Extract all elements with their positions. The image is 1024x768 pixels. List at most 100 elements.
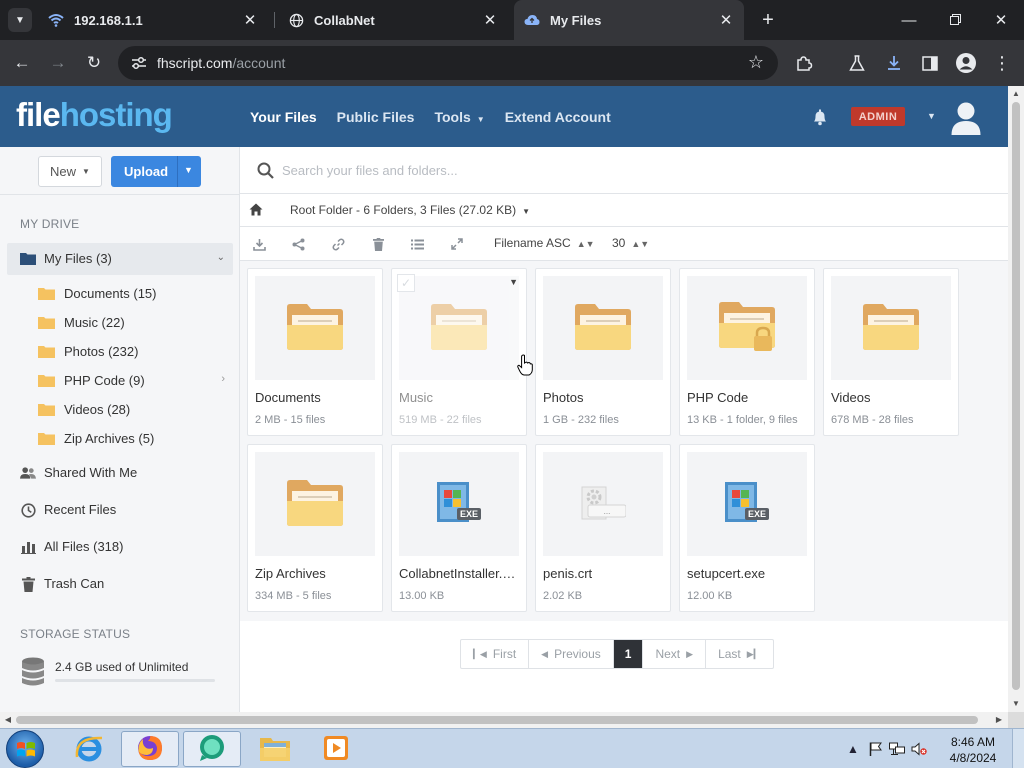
taskbar-firefox[interactable] [121, 731, 179, 767]
pagination-next[interactable]: Next ▶︎ [643, 640, 707, 668]
taskbar-clock[interactable]: 8:46 AM 4/8/2024 [944, 734, 1002, 766]
site-settings-icon[interactable] [130, 54, 148, 72]
new-button[interactable]: New ▼ [38, 156, 102, 187]
tab-collabnet[interactable]: CollabNet ✕ [278, 0, 508, 40]
sidebar-folder-php-code[interactable]: PHP Code (9) › [38, 370, 233, 392]
taskbar-file-explorer[interactable] [246, 731, 304, 767]
address-bar[interactable]: fhscript.com/account ☆ [118, 46, 778, 80]
file-card-php-code[interactable]: PHP Code 13 KB - 1 folder, 9 files [679, 268, 815, 436]
tab-search-dropdown[interactable]: ▼ [8, 8, 32, 32]
close-icon[interactable]: ✕ [482, 11, 498, 29]
file-card-collabnet-installer[interactable]: EXE CollabnetInstaller.exe 13.00 KB [391, 444, 527, 612]
caret-down-icon[interactable]: ▼ [184, 165, 193, 175]
file-card-zip-archives[interactable]: Zip Archives 334 MB - 5 files [247, 444, 383, 612]
sidebar-folder-zip-archives[interactable]: Zip Archives (5) [38, 428, 233, 450]
home-icon[interactable] [249, 203, 263, 219]
show-hidden-icons-icon[interactable]: ▲︎ [844, 742, 862, 756]
taskbar-chat-app[interactable] [183, 731, 241, 767]
file-card-documents[interactable]: Documents 2 MB - 15 files [247, 268, 383, 436]
download-icon[interactable] [251, 236, 267, 252]
minimize-button[interactable]: — [886, 0, 932, 40]
pagination-current-page[interactable]: 1 [613, 640, 644, 668]
sidebar-folder-documents[interactable]: Documents (15) [38, 283, 233, 305]
file-card-photos[interactable]: Photos 1 GB - 232 files [535, 268, 671, 436]
back-button[interactable]: ← [9, 50, 35, 76]
show-desktop-button[interactable] [1012, 729, 1024, 768]
forward-button[interactable]: → [45, 50, 71, 76]
file-card-penis-crt[interactable]: ... penis.crt 2.02 KB [535, 444, 671, 612]
action-center-flag-icon[interactable] [866, 742, 884, 756]
extensions-icon[interactable] [792, 51, 816, 75]
nav-extend-account[interactable]: Extend Account [505, 109, 611, 125]
vertical-scrollbar[interactable]: ▲︎ ▼︎ [1008, 86, 1024, 712]
scroll-left-icon[interactable]: ◀︎ [1, 712, 15, 728]
trash-icon[interactable] [370, 236, 386, 252]
profile-icon[interactable] [954, 51, 978, 75]
new-tab-button[interactable]: + [756, 8, 780, 32]
horizontal-scroll-thumb[interactable] [16, 716, 978, 724]
caret-down-icon[interactable]: ▼ [927, 111, 936, 121]
tab-my-files[interactable]: My Files ✕ [514, 0, 744, 40]
sidebar-item-shared[interactable]: Shared With Me [20, 462, 230, 484]
admin-badge[interactable]: ADMIN [851, 107, 905, 126]
plus-icon: + [762, 8, 774, 31]
kebab-menu-icon[interactable]: ⋮ [990, 51, 1014, 75]
users-icon [20, 465, 36, 481]
volume-muted-icon[interactable] [910, 742, 928, 756]
pagination-first[interactable]: ▎◀︎ First [461, 640, 530, 668]
card-menu-caret-icon[interactable]: ▼ [509, 277, 518, 287]
globe-icon [288, 12, 304, 28]
labs-flask-icon[interactable] [845, 51, 869, 75]
sidebar-folder-music[interactable]: Music (22) [38, 312, 233, 334]
file-card-setupcert-exe[interactable]: EXE setupcert.exe 12.00 KB [679, 444, 815, 612]
sort-order-select[interactable]: Filename ASC ▲︎▼︎ [494, 236, 595, 250]
scroll-right-icon[interactable]: ▶︎ [992, 712, 1006, 728]
breadcrumb-root-folder[interactable]: Root Folder - 6 Folders, 3 Files (27.02 … [290, 203, 530, 217]
sidebar-folder-photos[interactable]: Photos (232) [38, 341, 233, 363]
start-button[interactable] [6, 730, 44, 768]
horizontal-scrollbar[interactable]: ◀︎ ▶︎ [0, 712, 1008, 728]
select-checkbox[interactable]: ✓ [397, 274, 415, 292]
pagination-last[interactable]: Last ▶︎▎ [706, 640, 773, 668]
close-icon[interactable]: ✕ [242, 11, 258, 29]
reload-button[interactable]: ↻ [81, 50, 107, 76]
upload-button[interactable]: Upload ▼ [111, 156, 201, 187]
nav-your-files[interactable]: Your Files [250, 109, 317, 125]
user-avatar[interactable] [950, 100, 982, 136]
close-window-button[interactable]: ✕ [978, 0, 1024, 40]
per-page-select[interactable]: 30 ▲︎▼︎ [612, 236, 649, 250]
sidebar-item-trash[interactable]: Trash Can [20, 573, 230, 595]
search-input[interactable] [282, 159, 882, 181]
chevron-right-icon[interactable]: › [221, 373, 225, 385]
bookmark-star-icon[interactable]: ☆ [748, 52, 764, 73]
restore-button[interactable] [932, 0, 978, 40]
pagination-previous[interactable]: ◀︎ Previous [529, 640, 614, 668]
nav-public-files[interactable]: Public Files [337, 109, 415, 125]
close-icon[interactable]: ✕ [718, 11, 734, 29]
fullscreen-icon[interactable] [449, 236, 465, 252]
checkmark-icon: ✓ [400, 276, 412, 290]
file-meta: 12.00 KB [687, 590, 733, 602]
nav-tools[interactable]: Tools ▼ [434, 109, 484, 125]
share-icon[interactable] [290, 236, 306, 252]
sidebar-item-all-files[interactable]: All Files (318) [20, 536, 230, 558]
network-icon[interactable] [888, 742, 906, 756]
filehosting-logo[interactable]: filehosting [16, 96, 173, 134]
side-panel-icon[interactable] [918, 51, 942, 75]
download-icon[interactable] [882, 51, 906, 75]
scroll-up-icon[interactable]: ▲︎ [1008, 87, 1024, 101]
file-card-videos[interactable]: Videos 678 MB - 28 files [823, 268, 959, 436]
file-card-music[interactable]: ✓ ▼ Music 519 MB - 22 files [391, 268, 527, 436]
taskbar-internet-explorer[interactable] [60, 731, 118, 767]
sidebar-item-my-files[interactable]: My Files (3) ⌄ [7, 243, 233, 275]
notification-bell-icon[interactable] [810, 107, 830, 127]
scroll-down-icon[interactable]: ▼︎ [1008, 697, 1024, 711]
taskbar-media-player[interactable] [307, 731, 365, 767]
sidebar-item-recent[interactable]: Recent Files [20, 499, 230, 521]
tab-router[interactable]: 192.168.1.1 ✕ [38, 0, 268, 40]
vertical-scroll-thumb[interactable] [1012, 102, 1020, 690]
chevron-down-icon[interactable]: ⌄ [217, 252, 225, 263]
sidebar-folder-videos[interactable]: Videos (28) [38, 399, 233, 421]
list-view-icon[interactable] [409, 236, 425, 252]
link-icon[interactable] [330, 236, 346, 252]
